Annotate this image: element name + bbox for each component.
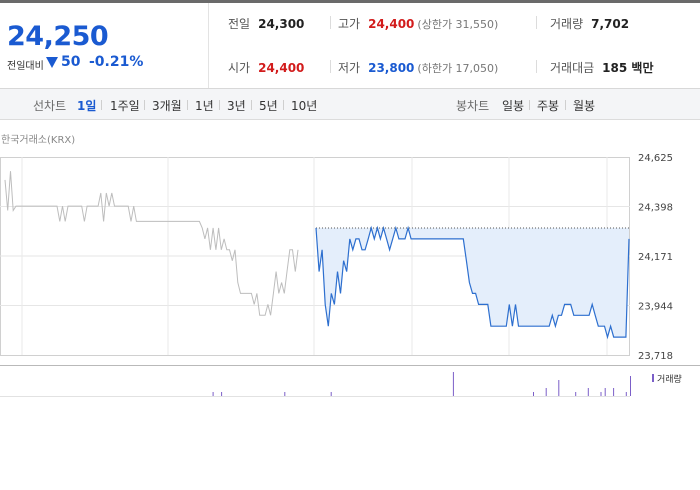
stat-value: 24,400 [368, 17, 415, 31]
stat-open: 시가 24,400 [228, 59, 304, 76]
candle-chart-label: 봉차트 [456, 99, 490, 113]
change-amount: 50 [61, 54, 81, 70]
stat-label: 거래대금 [550, 61, 595, 75]
prev-day-line [4, 171, 299, 316]
volume-bar [625, 392, 627, 396]
divider [330, 60, 331, 73]
stat-value: 185 백만 [602, 61, 654, 75]
upper-limit: (상한가 31,550) [417, 18, 499, 31]
change-label: 전일대비 [7, 61, 44, 72]
stat-low: 저가 23,800 (하한가 17,050) [338, 59, 498, 76]
volume-bar [221, 392, 223, 396]
stat-value: 7,702 [591, 17, 630, 31]
volume-bar [558, 380, 560, 396]
down-arrow-icon [46, 57, 58, 68]
stat-value: 24,400 [258, 61, 305, 75]
y-tick-label: 23,944 [638, 302, 673, 313]
divider [536, 60, 537, 73]
divider [330, 16, 331, 29]
stat-label: 고가 [338, 17, 361, 31]
volume-bar [587, 388, 589, 396]
chart-period-tabs: 선차트 1일 1주일 3개월 1년 3년 5년 10년 봉차트 일봉 주봉 월봉 [0, 89, 700, 120]
tab-5y[interactable]: 5년 [259, 97, 278, 114]
divider [536, 16, 537, 29]
volume-bar [575, 392, 577, 396]
volume-bar [452, 372, 454, 396]
volume-bar [330, 392, 332, 396]
tab-separator [283, 100, 284, 110]
volume-bar [545, 388, 547, 396]
volume-bar [604, 388, 606, 396]
volume-bar [630, 376, 631, 396]
lower-limit: (하한가 17,050) [417, 62, 499, 75]
tab-1y[interactable]: 1년 [195, 97, 214, 114]
tab-daily[interactable]: 일봉 [502, 97, 524, 114]
stat-label: 시가 [228, 61, 251, 75]
tab-separator [187, 100, 188, 110]
volume-bar [533, 392, 534, 396]
stat-trade-value: 거래대금 185 백만 [550, 59, 653, 76]
tab-3m[interactable]: 3개월 [152, 97, 182, 114]
change-percent: -0.21% [89, 54, 144, 70]
tab-separator [219, 100, 220, 110]
volume-bar [284, 392, 286, 396]
volume-legend-swatch [652, 374, 654, 382]
stat-label: 전일 [228, 17, 251, 31]
tab-10y[interactable]: 10년 [291, 97, 317, 114]
tab-weekly[interactable]: 주봉 [537, 97, 559, 114]
y-tick-label: 23,718 [638, 351, 673, 362]
intraday-chart: 24,625 24,398 24,171 23,944 23,718 거래량 [0, 153, 700, 397]
stat-high: 고가 24,400 (상한가 31,550) [338, 15, 498, 32]
stat-label: 저가 [338, 61, 361, 75]
stat-value: 24,300 [258, 17, 305, 31]
tab-3y[interactable]: 3년 [227, 97, 246, 114]
tab-separator [144, 100, 145, 110]
stat-prev-close: 전일 24,300 [228, 15, 304, 32]
line-chart-label: 선차트 [33, 99, 67, 113]
tab-separator [529, 100, 530, 110]
tab-monthly[interactable]: 월봉 [573, 97, 595, 114]
y-tick-label: 24,171 [638, 252, 673, 263]
current-price: 24,250 [7, 21, 109, 52]
volume-bar [600, 392, 602, 396]
tab-separator [251, 100, 252, 110]
current-price-box: 24,250 전일대비 50 -0.21% [0, 3, 209, 88]
volume-bar [212, 392, 214, 396]
tab-1w[interactable]: 1주일 [110, 97, 140, 114]
tab-1d[interactable]: 1일 [77, 97, 96, 114]
volume-legend-label: 거래량 [657, 373, 682, 385]
stat-value: 23,800 [368, 61, 415, 75]
stock-widget: 24,250 전일대비 50 -0.21% 전일 24,300 고가 24,400(… [0, 0, 700, 490]
tab-separator [101, 100, 102, 110]
today-fill-area [316, 227, 629, 338]
y-tick-label: 24,625 [638, 153, 673, 164]
stat-volume: 거래량 7,702 [550, 15, 629, 32]
y-tick-label: 24,398 [638, 203, 673, 214]
stat-label: 거래량 [550, 17, 584, 31]
price-summary: 24,250 전일대비 50 -0.21% 전일 24,300 고가 24,400(… [0, 0, 700, 89]
volume-bar [613, 388, 615, 396]
tab-separator [565, 100, 566, 110]
